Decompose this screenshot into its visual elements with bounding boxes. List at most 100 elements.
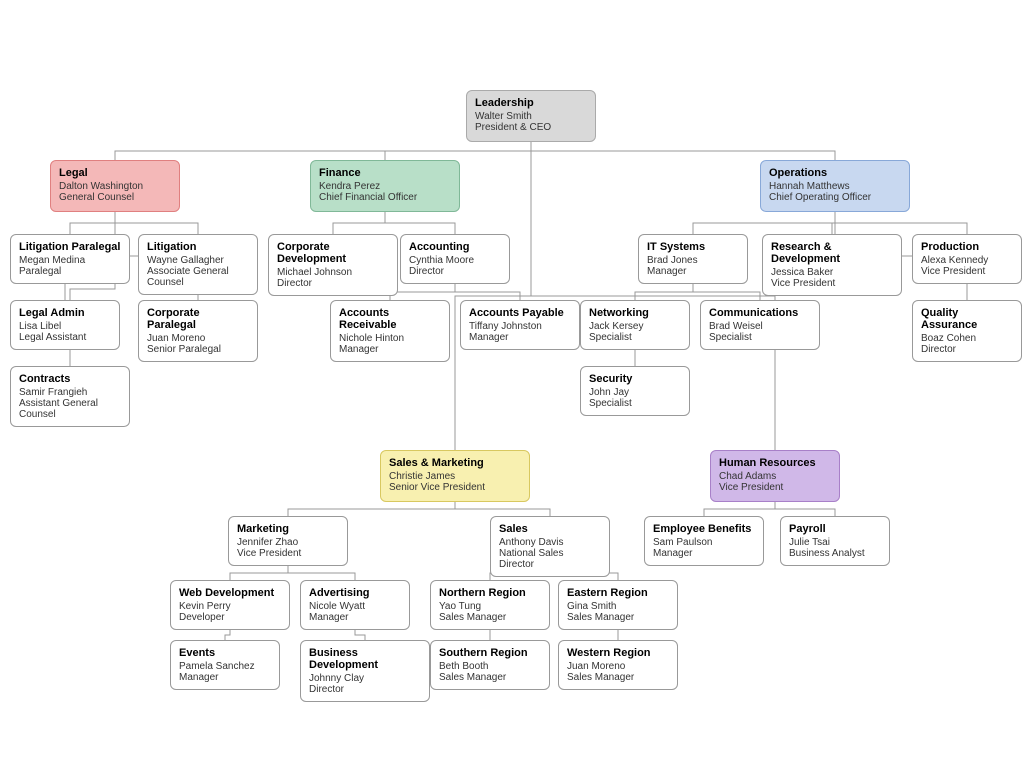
node-it_systems: IT Systems Brad JonesManager — [638, 234, 748, 284]
node-biz_dev: Business DevelopmentJohnny ClayDirector — [300, 640, 430, 702]
node-title-sales_marketing: Sales & Marketing — [389, 457, 521, 469]
node-leadership: LeadershipWalter SmithPresident & CEO — [466, 90, 596, 142]
node-name-accounting: Cynthia Moore — [409, 255, 501, 266]
node-corp_paralegal: Corporate ParalegalJuan MorenoSenior Par… — [138, 300, 258, 362]
node-name-eastern_region: Gina Smith — [567, 601, 669, 612]
node-title-advertising: Advertising — [309, 587, 401, 599]
node-role-western_region: Sales Manager — [567, 672, 669, 683]
node-title-litigation: Litigation — [147, 241, 249, 253]
node-production: ProductionAlexa KennedyVice President — [912, 234, 1022, 284]
node-role-legal_admin: Legal Assistant — [19, 332, 111, 343]
node-title-communications: Communications — [709, 307, 811, 319]
node-role-finance: Chief Financial Officer — [319, 192, 451, 203]
node-southern_region: Southern Region Beth BoothSales Manager — [430, 640, 550, 690]
node-advertising: Advertising Nicole WyattManager — [300, 580, 410, 630]
node-contracts: ContractsSamir FrangiehAssistant General… — [10, 366, 130, 427]
node-title-contracts: Contracts — [19, 373, 121, 385]
node-title-southern_region: Southern Region — [439, 647, 541, 659]
node-name-northern_region: Yao Tung — [439, 601, 541, 612]
node-title-payroll: Payroll — [789, 523, 881, 535]
node-role-payroll: Business Analyst — [789, 548, 881, 559]
node-name-advertising: Nicole Wyatt — [309, 601, 401, 612]
node-name-accounts_recv: Nichole Hinton — [339, 333, 441, 344]
node-role-litigation_paralegal: Paralegal — [19, 266, 121, 277]
node-role-advertising: Manager — [309, 612, 401, 623]
node-role-sales: National Sales Director — [499, 548, 601, 570]
node-title-biz_dev: Business Development — [309, 647, 421, 671]
node-title-corp_paralegal: Corporate Paralegal — [147, 307, 249, 331]
node-title-finance: Finance — [319, 167, 451, 179]
node-name-research_dev: Jessica Baker — [771, 267, 893, 278]
node-western_region: Western Region Juan MorenoSales Manager — [558, 640, 678, 690]
node-name-communications: Brad Weisel — [709, 321, 811, 332]
node-name-web_dev: Kevin Perry — [179, 601, 281, 612]
node-role-human_resources: Vice President — [719, 482, 831, 493]
node-networking: Networking Jack KerseySpecialist — [580, 300, 690, 350]
node-marketing: MarketingJennifer ZhaoVice President — [228, 516, 348, 566]
node-title-it_systems: IT Systems — [647, 241, 739, 253]
node-name-it_systems: Brad Jones — [647, 255, 739, 266]
node-eastern_region: Eastern Region Gina SmithSales Manager — [558, 580, 678, 630]
node-role-it_systems: Manager — [647, 266, 739, 277]
node-name-marketing: Jennifer Zhao — [237, 537, 339, 548]
node-events: EventsPamela SanchezManager — [170, 640, 280, 690]
node-name-southern_region: Beth Booth — [439, 661, 541, 672]
node-title-accounts_pay: Accounts Payable — [469, 307, 571, 319]
node-name-litigation_paralegal: Megan Medina — [19, 255, 121, 266]
org-chart: LeadershipWalter SmithPresident & CEO Leg… — [0, 0, 1024, 768]
node-role-security: Specialist — [589, 398, 681, 409]
node-role-litigation: Associate General Counsel — [147, 266, 249, 288]
node-role-web_dev: Developer — [179, 612, 281, 623]
node-role-sales_marketing: Senior Vice President — [389, 482, 521, 493]
node-role-northern_region: Sales Manager — [439, 612, 541, 623]
node-role-southern_region: Sales Manager — [439, 672, 541, 683]
node-title-research_dev: Research & Development — [771, 241, 893, 265]
node-accounts_pay: Accounts PayableTiffany JohnstonManager — [460, 300, 580, 350]
node-name-legal: Dalton Washington — [59, 181, 171, 192]
node-title-legal: Legal — [59, 167, 171, 179]
node-name-accounts_pay: Tiffany Johnston — [469, 321, 571, 332]
node-title-quality_assurance: Quality Assurance — [921, 307, 1013, 331]
node-name-finance: Kendra Perez — [319, 181, 451, 192]
node-security: SecurityJohn JaySpecialist — [580, 366, 690, 416]
node-title-operations: Operations — [769, 167, 901, 179]
node-role-legal: General Counsel — [59, 192, 171, 203]
node-name-western_region: Juan Moreno — [567, 661, 669, 672]
node-sales_marketing: Sales & Marketing Christie JamesSenior Vi… — [380, 450, 530, 502]
node-finance: Finance Kendra PerezChief Financial Offic… — [310, 160, 460, 212]
node-name-human_resources: Chad Adams — [719, 471, 831, 482]
node-name-sales: Anthony Davis — [499, 537, 601, 548]
node-litigation: LitigationWayne GallagherAssociate Gener… — [138, 234, 258, 295]
node-title-security: Security — [589, 373, 681, 385]
node-role-research_dev: Vice President — [771, 278, 893, 289]
node-name-leadership: Walter Smith — [475, 111, 587, 122]
node-title-eastern_region: Eastern Region — [567, 587, 669, 599]
node-title-western_region: Western Region — [567, 647, 669, 659]
node-role-biz_dev: Director — [309, 684, 421, 695]
node-title-production: Production — [921, 241, 1013, 253]
node-role-quality_assurance: Director — [921, 344, 1013, 355]
node-research_dev: Research & Development Jessica BakerVice … — [762, 234, 902, 296]
node-title-accounts_recv: Accounts Receivable — [339, 307, 441, 331]
node-legal_admin: Legal AdminLisa LibelLegal Assistant — [10, 300, 120, 350]
node-name-sales_marketing: Christie James — [389, 471, 521, 482]
node-role-networking: Specialist — [589, 332, 681, 343]
node-name-payroll: Julie Tsai — [789, 537, 881, 548]
node-name-networking: Jack Kersey — [589, 321, 681, 332]
node-title-human_resources: Human Resources — [719, 457, 831, 469]
node-communications: CommunicationsBrad WeiselSpecialist — [700, 300, 820, 350]
node-title-networking: Networking — [589, 307, 681, 319]
node-role-corp_paralegal: Senior Paralegal — [147, 344, 249, 355]
node-title-sales: Sales — [499, 523, 601, 535]
node-title-northern_region: Northern Region — [439, 587, 541, 599]
node-title-web_dev: Web Development — [179, 587, 281, 599]
node-role-accounting: Director — [409, 266, 501, 277]
node-name-corporate_dev: Michael Johnson — [277, 267, 389, 278]
node-name-employee_benefits: Sam Paulson — [653, 537, 755, 548]
node-litigation_paralegal: Litigation ParalegalMegan MedinaParalega… — [10, 234, 130, 284]
node-title-marketing: Marketing — [237, 523, 339, 535]
node-title-legal_admin: Legal Admin — [19, 307, 111, 319]
node-role-eastern_region: Sales Manager — [567, 612, 669, 623]
node-title-accounting: Accounting — [409, 241, 501, 253]
node-sales: Sales Anthony DavisNational Sales Directo… — [490, 516, 610, 577]
